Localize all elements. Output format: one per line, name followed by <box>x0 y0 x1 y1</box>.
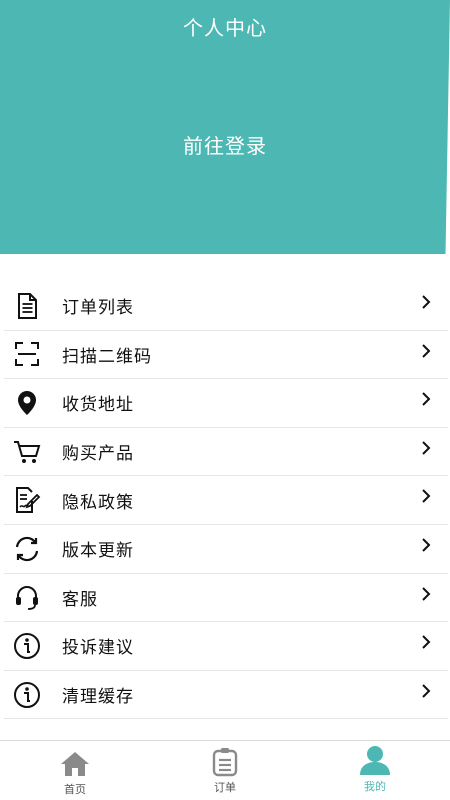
shopping-cart-icon <box>12 437 42 467</box>
menu-item-label: 隐私政策 <box>62 492 134 513</box>
user-icon <box>359 745 391 779</box>
menu-item-clear-cache[interactable]: 清理缓存 <box>4 671 448 720</box>
chevron-right-icon <box>420 586 432 601</box>
headset-icon <box>12 582 42 612</box>
refresh-icon <box>12 534 42 564</box>
tab-label: 首页 <box>64 783 86 796</box>
menu-item-label: 订单列表 <box>62 298 134 319</box>
order-list-icon <box>211 747 239 781</box>
tab-home[interactable]: 首页 <box>0 741 150 800</box>
menu-item-version-update[interactable]: 版本更新 <box>4 525 448 574</box>
menu-item-scan-qr[interactable]: 扫描二维码 <box>4 331 448 380</box>
menu-item-label: 客服 <box>62 589 98 610</box>
chevron-right-icon <box>420 634 432 649</box>
chevron-right-icon <box>420 294 432 309</box>
menu-item-label: 购买产品 <box>62 444 134 465</box>
home-icon <box>60 751 90 781</box>
chevron-right-icon <box>420 440 432 455</box>
menu-item-label: 收货地址 <box>62 395 134 416</box>
tab-label: 订单 <box>214 781 236 794</box>
chevron-right-icon <box>420 343 432 358</box>
menu-item-label: 扫描二维码 <box>62 346 152 367</box>
menu-item-label: 投诉建议 <box>62 638 134 659</box>
menu-item-order-list[interactable]: 订单列表 <box>4 282 448 331</box>
menu-item-complaints-suggestions[interactable]: 投诉建议 <box>4 622 448 671</box>
chevron-right-icon <box>420 391 432 406</box>
tab-mine[interactable]: 我的 <box>300 741 450 800</box>
info-icon <box>12 631 42 661</box>
settings-menu: 订单列表 扫描二维码 收货地址 购买产品 隐私政策 版本更新 客服 投诉建议 清… <box>0 282 450 720</box>
chevron-right-icon <box>420 537 432 552</box>
policy-document-icon <box>12 485 42 515</box>
scan-frame-icon <box>12 339 42 369</box>
chevron-right-icon <box>420 488 432 504</box>
menu-item-label: 清理缓存 <box>62 687 134 708</box>
login-link[interactable]: 前往登录 <box>0 130 450 159</box>
tab-orders[interactable]: 订单 <box>150 741 300 800</box>
document-list-icon <box>12 291 42 321</box>
menu-item-label: 版本更新 <box>62 541 134 562</box>
tab-label: 我的 <box>364 780 386 793</box>
info-icon <box>12 680 42 710</box>
bottom-tab-bar: 首页 订单 我的 <box>0 740 450 800</box>
page-title: 个人中心 <box>183 16 267 40</box>
menu-item-customer-service[interactable]: 客服 <box>4 574 448 623</box>
location-pin-icon <box>12 388 42 418</box>
chevron-right-icon <box>420 683 432 698</box>
menu-item-privacy-policy[interactable]: 隐私政策 <box>4 476 448 525</box>
menu-item-shipping-address[interactable]: 收货地址 <box>4 379 448 428</box>
menu-item-buy-products[interactable]: 购买产品 <box>4 428 448 477</box>
